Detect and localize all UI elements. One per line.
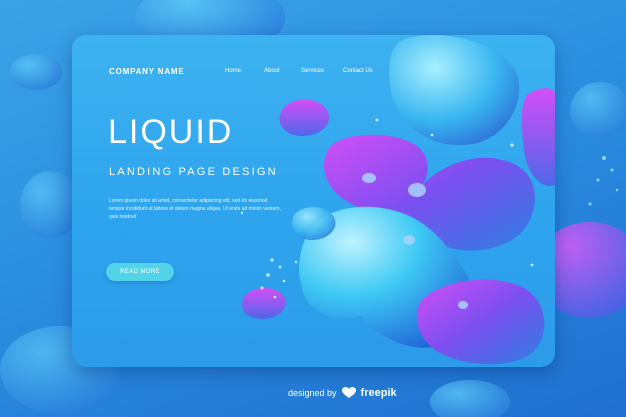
nav-services[interactable]: Services <box>301 68 324 74</box>
hero-subtitle: LANDING PAGE DESIGN <box>109 166 278 178</box>
bg-blob <box>430 380 510 417</box>
nav-home[interactable]: Home <box>225 68 241 74</box>
nav-about[interactable]: About <box>264 68 280 74</box>
read-more-button[interactable]: READ MORE <box>106 263 174 281</box>
designed-by-label: designed by <box>288 388 337 398</box>
liquid-blob <box>279 99 330 137</box>
hero-body-text: Lorem ipsum dolor sit amet, consectetur … <box>109 198 281 220</box>
freepik-brand: freepik <box>360 387 397 399</box>
hero-title: LIQUID <box>108 113 234 151</box>
bg-blob <box>20 171 80 239</box>
landing-card: COMPANY NAME Home About Services Contact… <box>72 35 555 367</box>
bg-blob <box>570 82 626 138</box>
footer-credit: designed by freepik <box>288 385 397 401</box>
freepik-logo-icon <box>341 387 356 398</box>
bg-blob <box>10 54 62 90</box>
main-nav: Home About Services Contact Us <box>72 68 555 80</box>
liquid-blob <box>521 88 555 186</box>
liquid-blob <box>416 279 545 365</box>
liquid-blob <box>242 288 286 319</box>
liquid-blob <box>389 35 520 146</box>
nav-contact-us[interactable]: Contact Us <box>343 68 373 74</box>
